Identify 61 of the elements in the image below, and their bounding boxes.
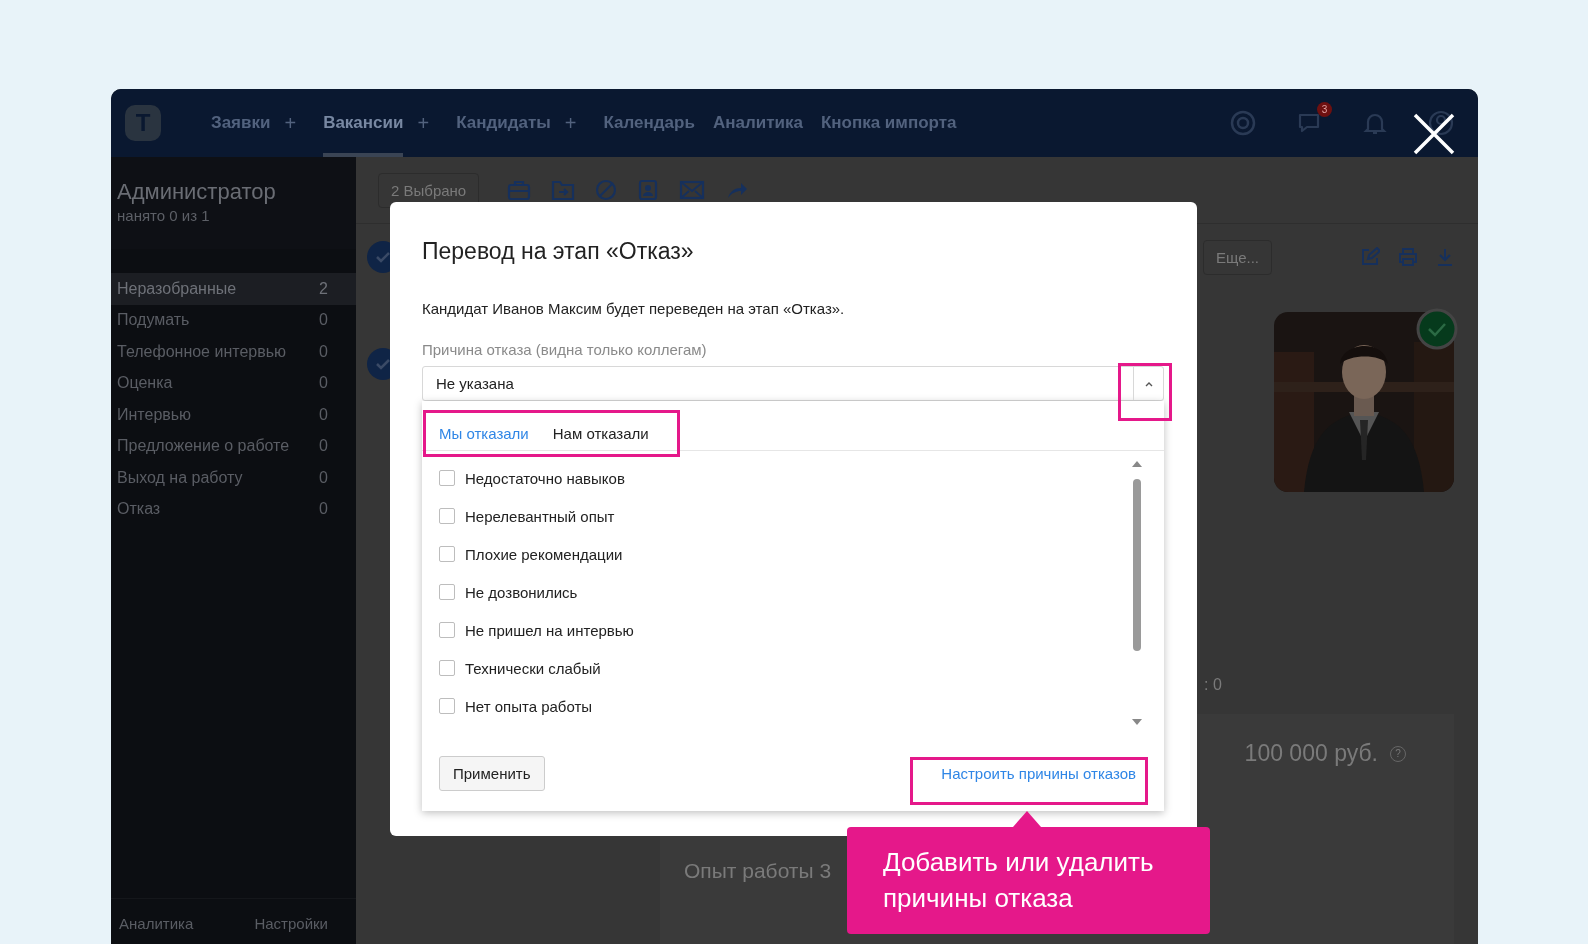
lifebuoy-icon[interactable]	[1230, 110, 1256, 136]
checkbox[interactable]	[439, 546, 455, 562]
more-button[interactable]: Еще...	[1202, 239, 1272, 275]
salary-text: 100 000 руб.	[1244, 740, 1378, 767]
block-icon[interactable]	[595, 179, 618, 201]
stage-item[interactable]: Предложение о работе 0	[111, 430, 356, 462]
stage-item[interactable]: Выход на работу 0	[111, 462, 356, 494]
stage-item[interactable]: Телефонное интервью 0	[111, 336, 356, 368]
reason-label[interactable]: Нет опыта работы	[465, 697, 593, 715]
add-button[interactable]: +	[564, 111, 577, 135]
contact-card-icon[interactable]	[637, 179, 660, 201]
notification-badge: 3	[1317, 102, 1332, 117]
stage-item[interactable]: Интервью 0	[111, 399, 356, 431]
edit-icon[interactable]	[1360, 247, 1380, 267]
reason-label[interactable]: Технически слабый	[465, 659, 601, 677]
reason-label[interactable]: Плохие рекомендации	[465, 545, 623, 563]
add-button[interactable]: +	[417, 111, 430, 135]
checkbox[interactable]	[439, 508, 455, 524]
stage-item[interactable]: Отказ 0	[111, 493, 356, 525]
nav-tab[interactable]: Аналитика	[712, 89, 803, 157]
highlight-frame	[1118, 363, 1172, 421]
checkbox[interactable]	[439, 698, 455, 714]
sidebar-link[interactable]: Настройки	[254, 915, 328, 932]
checkbox[interactable]	[439, 622, 455, 638]
stage-item[interactable]: Неразобранные 2	[111, 273, 356, 305]
checkbox[interactable]	[439, 470, 455, 486]
close-icon[interactable]	[1412, 112, 1456, 156]
reason-label[interactable]: Нерелевантный опыт	[465, 507, 615, 525]
add-button[interactable]: +	[284, 111, 297, 135]
folder-icon[interactable]	[551, 179, 576, 201]
field-label: Причина отказа (видна только коллегам)	[422, 341, 708, 358]
nav-tab[interactable]: Заявки	[211, 89, 271, 157]
nav-tab[interactable]: Кнопка импорта	[820, 89, 957, 157]
reason-label[interactable]: Не пришел на интервью	[465, 621, 634, 639]
reason-label[interactable]: Не дозвонились	[465, 583, 578, 601]
nav-tab[interactable]: Кандидаты	[456, 89, 551, 157]
user-icon[interactable]	[1428, 110, 1454, 136]
reason-label[interactable]: Недостаточно навыков	[465, 469, 625, 487]
stage-item[interactable]: Подумать 0	[111, 304, 356, 336]
envelope-icon[interactable]	[679, 180, 706, 200]
experience-heading: Опыт работы 3	[684, 859, 832, 883]
checkbox[interactable]	[439, 584, 455, 600]
select-value: Не указана	[436, 375, 515, 392]
reason-select[interactable]: Не указана	[422, 366, 1164, 401]
dialog-title: Перевод на этап «Отказ»	[422, 238, 695, 265]
nav-tab[interactable]: Календарь	[603, 89, 695, 157]
hired-counter: нанято 0 из 1	[117, 207, 211, 224]
download-icon[interactable]	[1436, 247, 1454, 267]
hint-text: Добавить или удалить причины отказа	[883, 846, 1155, 915]
settings-link[interactable]: Настроить причины отказов	[941, 765, 1136, 782]
vacancy-title: Администратор	[117, 179, 277, 205]
dialog-message: Кандидат Иванов Максим будет переведен на этап «Отказ».	[422, 300, 846, 317]
apply-button[interactable]: Применить	[439, 756, 545, 791]
checkbox[interactable]	[439, 660, 455, 676]
print-icon[interactable]	[1398, 247, 1418, 267]
sidebar-link[interactable]: Аналитика	[119, 915, 194, 932]
stage-item[interactable]: Оценка 0	[111, 367, 356, 399]
tab[interactable]: Мы отказали	[439, 425, 529, 442]
tab[interactable]: Нам отказали	[552, 425, 649, 442]
briefcase-icon[interactable]	[507, 179, 532, 201]
counter-text: : 0	[1204, 676, 1222, 694]
